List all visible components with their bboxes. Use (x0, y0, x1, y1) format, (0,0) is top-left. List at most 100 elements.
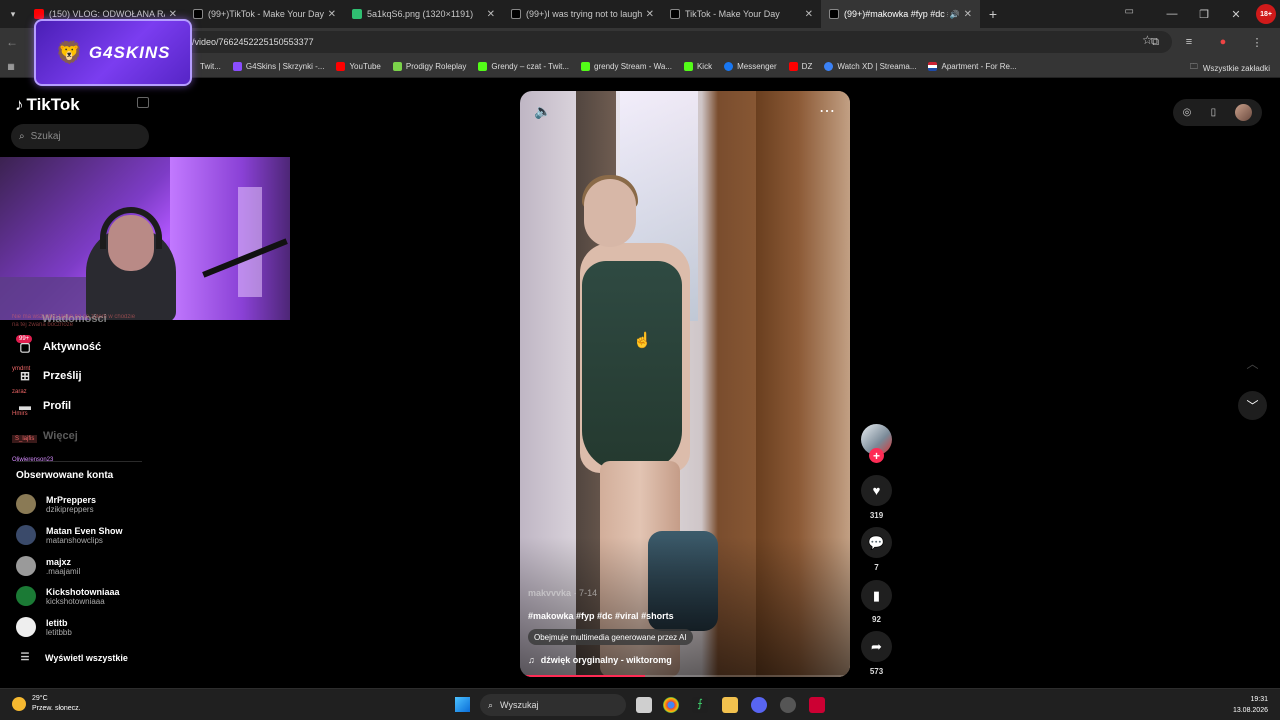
chevron-up-icon: ︿ (1246, 357, 1259, 371)
video-player[interactable]: 🔈 ⋯ makvvvka · 7-14 #makowka #fyp #dc #v… (520, 91, 850, 677)
minimize-icon[interactable]: — (1156, 8, 1188, 20)
search-input[interactable]: ⌕ Szukaj (11, 124, 149, 149)
close-tab-icon[interactable]: ✕ (805, 9, 813, 20)
chat-message: S_lajfis (12, 435, 38, 443)
close-tab-icon[interactable]: ✕ (169, 9, 177, 20)
bookmark[interactable]: Apartment - For Re... (928, 62, 1017, 71)
bookmark[interactable]: Watch XD | Streama... (824, 62, 916, 71)
cast-icon[interactable]: ▭ (1125, 6, 1134, 17)
close-tab-icon[interactable]: ✕ (487, 9, 495, 20)
browser-tab[interactable]: (99+)I was trying not to laugh on✕ (503, 0, 662, 28)
followed-account[interactable]: majxz .maajamil (16, 556, 80, 576)
bookmark-favicon (928, 62, 938, 71)
bookmark[interactable]: DZ (788, 62, 812, 71)
tiktok-logo[interactable]: ♪ TikTok (15, 95, 80, 115)
followed-account[interactable]: Matan Even Show matanshowclips (16, 525, 123, 545)
bookmark-star-icon[interactable]: ☆ (1142, 33, 1153, 47)
task-view-icon[interactable] (636, 697, 652, 713)
share-button[interactable]: ➦ (861, 631, 892, 662)
close-tab-icon[interactable]: ✕ (964, 9, 972, 20)
all-bookmarks[interactable]: 🗀 Wszystkie zakładki (1190, 61, 1270, 75)
bookmark-icon: ▮ (872, 587, 881, 603)
bookmark[interactable]: G4Skins | Skrzynki -... (232, 62, 324, 71)
kick-icon (581, 62, 591, 71)
share-count: 573 (869, 667, 884, 676)
follow-plus-icon[interactable]: + (869, 448, 884, 463)
weather-sun-icon (12, 697, 26, 711)
close-window-icon[interactable]: ✕ (1220, 8, 1252, 21)
bookmark[interactable]: Twit... (200, 62, 221, 71)
compass-icon[interactable]: ◎ (1183, 107, 1192, 118)
user-avatar[interactable] (1235, 104, 1253, 121)
bookmark[interactable]: Messenger (724, 62, 777, 71)
media-control-icon[interactable]: ≡ (1172, 36, 1206, 48)
next-video-button[interactable]: ﹀ (1238, 391, 1267, 420)
like-count: 319 (869, 511, 884, 520)
browser-tab[interactable]: TikTok - Make Your Day ✕ (662, 0, 821, 28)
bookmark[interactable]: Kick (683, 62, 712, 71)
kick-icon (683, 62, 693, 71)
save-button[interactable]: ▮ (861, 580, 892, 611)
browser-tab-active[interactable]: (99+)#makowka #fyp #dc # 🔊 ✕ (821, 0, 980, 28)
new-tab-button[interactable]: + (980, 6, 1006, 22)
browser-tab[interactable]: 5a1kqS6.png (1320×1191) ✕ (344, 0, 503, 28)
steam-icon[interactable] (780, 697, 796, 713)
chevron-down-icon: ﹀ (1246, 399, 1259, 413)
file-explorer-icon[interactable] (722, 697, 738, 713)
chat-message: zaraz (12, 389, 27, 395)
windows-start-icon[interactable] (455, 697, 470, 712)
video-author[interactable]: makvvvka · 7-14 (528, 588, 597, 598)
tab-search-button[interactable]: ▾ (0, 0, 26, 28)
bookmark[interactable]: grendy Stream - Wa... (581, 62, 672, 71)
chrome-profile-icon[interactable]: ● (1206, 36, 1240, 48)
previous-video-button[interactable]: ︿ (1238, 349, 1267, 378)
back-icon[interactable]: ← (0, 35, 24, 49)
window-controls: — ❐ ✕ 18+ (1156, 0, 1280, 28)
chrome-icon[interactable] (663, 697, 679, 713)
followed-account[interactable]: MrPreppers dzikipreppers (16, 494, 96, 514)
comment-icon: 💬 (868, 534, 885, 550)
maximize-icon[interactable]: ❐ (1188, 8, 1220, 21)
lion-logo-icon: 🦁 (55, 39, 83, 65)
followed-account[interactable]: letitb letitbbb (16, 617, 72, 637)
apps-icon[interactable]: ▦ (0, 62, 22, 71)
app-icon[interactable] (809, 697, 825, 713)
followed-account[interactable]: Kickshotowniaaa kickshotowniaaa (16, 586, 120, 606)
more-options-icon[interactable]: ⋯ (819, 101, 836, 121)
folder-icon: 🗀 (1189, 62, 1198, 71)
collapse-sidebar-icon[interactable] (137, 97, 149, 108)
kick-icon (478, 62, 488, 71)
video-progress-fill (520, 675, 646, 677)
address-bar[interactable]: /video/7662452225150553377 (62, 31, 1172, 53)
bookmark[interactable]: Grendy – czat - Twit... (478, 62, 569, 71)
bookmark[interactable]: YouTube (336, 62, 381, 71)
show-all-button[interactable]: ☰ Wyświetl wszystkie (16, 652, 128, 663)
ai-generated-label[interactable]: Obejmuje multimedia generowane przez AI (528, 629, 693, 645)
like-button[interactable]: ♥ (861, 475, 892, 506)
volume-icon[interactable]: 🔈 (534, 103, 551, 120)
profile-avatar[interactable]: 18+ (1256, 4, 1276, 24)
heart-icon: ♥ (872, 483, 881, 498)
browser-tab[interactable]: (99+)TikTok - Make Your Day ✕ (185, 0, 344, 28)
bookmark[interactable]: Prodigy Roleplay (392, 62, 466, 71)
browser-toolbar: ← /video/7662452225150553377 ⧉ ≡ ● ⋮ (0, 28, 1280, 56)
mouse-cursor-icon: ☝ (633, 332, 652, 349)
video-music[interactable]: ♫ dźwięk oryginalny - wiktoromg (528, 655, 672, 665)
video-caption[interactable]: #makowka #fyp #dc #viral #shorts (528, 611, 674, 621)
close-tab-icon[interactable]: ✕ (646, 9, 654, 20)
app-icon[interactable]: ⨍ (692, 697, 708, 713)
chat-message: Oliwierenson23 (12, 457, 54, 463)
avatar (16, 525, 36, 545)
close-tab-icon[interactable]: ✕ (328, 9, 336, 20)
speaker-icon[interactable]: 🔊 (950, 10, 960, 19)
device-icon[interactable]: ▯ (1211, 107, 1217, 118)
system-clock[interactable]: 19:31 13.08.2026 (1233, 694, 1268, 716)
comment-button[interactable]: 💬 (861, 527, 892, 558)
weather-widget[interactable]: 29°C Przew. słonecz. (12, 694, 81, 714)
discord-icon[interactable] (751, 697, 767, 713)
taskbar-search[interactable]: ⌕ Wyszukaj (480, 694, 626, 716)
video-progress-bar[interactable] (520, 675, 850, 677)
menu-icon[interactable]: ⋮ (1240, 36, 1274, 49)
streamer-webcam (0, 157, 290, 320)
windows-taskbar: 29°C Przew. słonecz. ⌕ Wyszukaj ⨍ 19:31 13.… (0, 688, 1280, 720)
